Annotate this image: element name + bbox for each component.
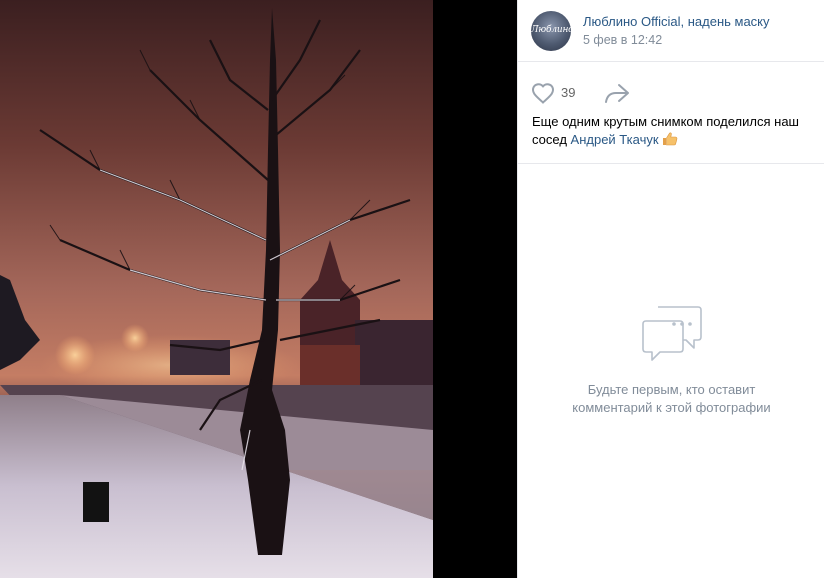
post-caption: Еще одним крутым снимком поделился наш с… xyxy=(518,108,824,149)
like-count: 39 xyxy=(561,85,576,100)
heart-icon[interactable] xyxy=(531,82,555,104)
share-arrow-icon[interactable] xyxy=(604,82,630,104)
night-street-photo xyxy=(0,0,433,578)
avatar[interactable]: Люблино xyxy=(531,11,571,51)
caption-author-link[interactable]: Андрей Ткачук xyxy=(571,132,659,147)
empty-comments-message: Будьте первым, кто оставит комментарий к… xyxy=(518,381,824,417)
empty-comments-line1: Будьте первым, кто оставит xyxy=(587,382,756,397)
avatar-logo-text: Люблино xyxy=(531,25,571,35)
side-panel: Люблино Люблино Official, надень маску 5… xyxy=(517,0,824,578)
photo-viewer: Люблино Люблино Official, надень маску 5… xyxy=(0,0,824,578)
speech-bubble-icon xyxy=(642,306,702,361)
post-date[interactable]: 5 фев в 12:42 xyxy=(583,33,662,47)
photo-area[interactable] xyxy=(0,0,517,578)
empty-comments-line2: комментарий к этой фотографии xyxy=(572,400,771,415)
post-header: Люблино Люблино Official, надень маску 5… xyxy=(518,0,824,62)
actions-bar: 39 xyxy=(518,62,824,108)
author-link[interactable]: Люблино Official, надень маску xyxy=(583,14,770,29)
photo[interactable] xyxy=(0,0,433,578)
comments-divider xyxy=(518,163,824,164)
thumbs-up-icon xyxy=(662,132,677,146)
